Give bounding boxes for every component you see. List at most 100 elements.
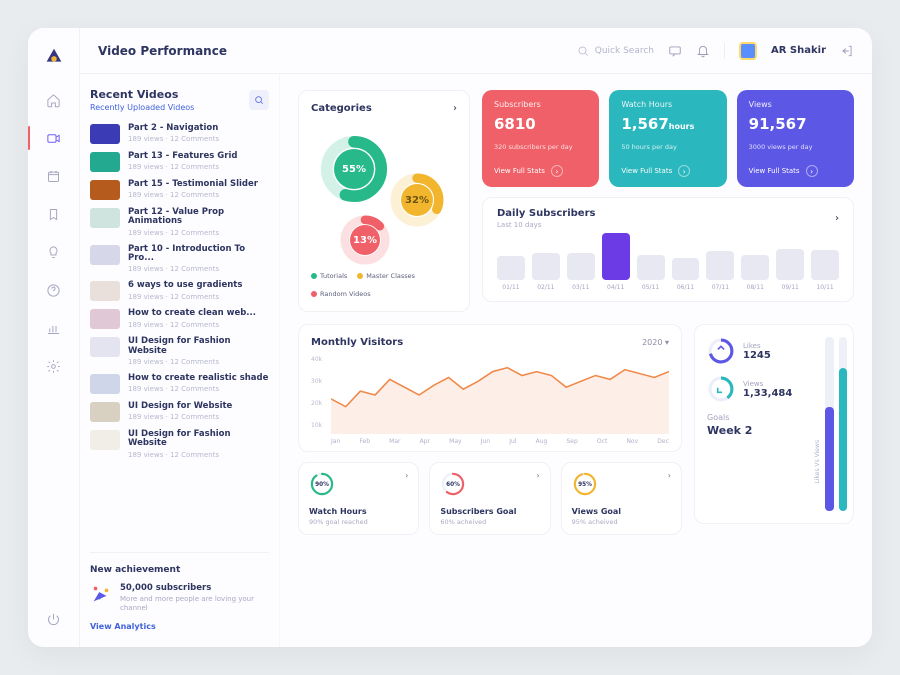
header: Video Performance Quick Search AR Shakir: [80, 28, 872, 74]
search-icon: [254, 95, 264, 105]
avatar[interactable]: [739, 42, 757, 60]
nav-rail: [28, 28, 80, 647]
search-input[interactable]: Quick Search: [577, 45, 654, 57]
video-meta: 189 views · 12 Comments: [128, 321, 256, 329]
list-item[interactable]: Part 10 - Introduction To Pro...189 view…: [90, 245, 269, 274]
video-thumb: [90, 208, 120, 228]
bar-column[interactable]: 06/11: [672, 258, 700, 292]
list-item[interactable]: 6 ways to use gradients189 views · 12 Co…: [90, 281, 269, 301]
legend-item: Random Videos: [311, 290, 371, 298]
bar-column[interactable]: 10/11: [811, 250, 839, 291]
nav-help[interactable]: [28, 280, 79, 300]
bar-column[interactable]: 04/11: [602, 233, 630, 292]
recent-panel: Recent Videos Recently Uploaded Videos P…: [80, 74, 280, 647]
bar-column[interactable]: 07/11: [706, 251, 734, 291]
video-meta: 189 views · 12 Comments: [128, 265, 269, 273]
year-selector[interactable]: 2020 ▾: [642, 338, 669, 347]
video-meta: 189 views · 12 Comments: [128, 163, 237, 171]
recent-search-button[interactable]: [249, 90, 269, 110]
chat-icon[interactable]: [668, 44, 682, 58]
video-title: Part 15 - Testimonial Slider: [128, 180, 258, 189]
chevron-right-icon: ›: [405, 471, 408, 480]
arrow-right-icon: ›: [551, 165, 563, 177]
goal-card[interactable]: ›95%Views Goal95% acheived: [561, 462, 682, 535]
list-item[interactable]: Part 15 - Testimonial Slider 189 views · …: [90, 180, 269, 200]
chevron-right-icon[interactable]: ›: [453, 103, 457, 114]
video-thumb: [90, 281, 120, 301]
monthly-card: Monthly Visitors 2020 ▾ 40k 30k 20k 10k …: [298, 324, 682, 452]
monthly-title: Monthly Visitors: [311, 337, 403, 348]
nav-calendar[interactable]: [28, 166, 79, 186]
video-title: UI Design for Fashion Website: [128, 337, 269, 356]
list-item[interactable]: Part 12 - Value Prop Animations 189 views…: [90, 208, 269, 237]
logout-icon[interactable]: [840, 44, 854, 58]
video-meta: 189 views · 12 Comments: [128, 229, 269, 237]
video-meta: 189 views · 12 Comments: [128, 293, 242, 301]
nav-bookmark[interactable]: [28, 204, 79, 224]
daily-title: Daily Subscribers: [497, 208, 595, 219]
video-meta: 189 views · 12 Comments: [128, 413, 232, 421]
video-meta: 189 views · 12 Comments: [128, 135, 219, 143]
video-thumb: [90, 374, 120, 394]
view-analytics-link[interactable]: View Analytics: [90, 622, 156, 631]
goal-card[interactable]: ›60%Subscribers Goal60% acheived: [429, 462, 550, 535]
view-stats-link[interactable]: View Full Stats›: [494, 165, 587, 177]
list-item[interactable]: How to create realistic shade189 views ·…: [90, 374, 269, 394]
daily-subtitle: Last 10 days: [497, 221, 595, 229]
arrow-right-icon: ›: [806, 165, 818, 177]
donut-segment: 32%: [389, 172, 445, 228]
video-title: Part 12 - Value Prop Animations: [128, 208, 269, 227]
bar-column[interactable]: 09/11: [776, 249, 804, 291]
chevron-right-icon: ›: [668, 471, 671, 480]
video-meta: 189 views · 12 Comments: [128, 191, 258, 199]
confetti-icon: [90, 583, 112, 605]
nav-ideas[interactable]: [28, 242, 79, 262]
bell-icon[interactable]: [696, 44, 710, 58]
nav-videos[interactable]: [28, 128, 79, 148]
arrow-right-icon: ›: [678, 165, 690, 177]
video-title: How to create clean web...: [128, 309, 256, 318]
achievement-sub: More and more people are loving your cha…: [120, 595, 269, 612]
bar-column[interactable]: 08/11: [741, 255, 769, 291]
view-stats-link[interactable]: View Full Stats›: [621, 165, 714, 177]
nav-power[interactable]: [28, 609, 79, 629]
bar-column[interactable]: 01/11: [497, 256, 525, 291]
likes-vs-views-bars: [825, 337, 847, 511]
likes-ring-icon: [707, 337, 735, 365]
chevron-right-icon[interactable]: ›: [835, 213, 839, 224]
list-item[interactable]: UI Design for Website 189 views · 12 Comm…: [90, 402, 269, 422]
video-thumb: [90, 430, 120, 450]
video-title: Part 2 - Navigation: [128, 124, 219, 133]
list-item[interactable]: How to create clean web... 189 views · 12…: [90, 309, 269, 329]
vertical-axis-label: Likes Vs Views: [814, 440, 821, 484]
nav-stats[interactable]: [28, 318, 79, 338]
view-stats-link[interactable]: View Full Stats›: [749, 165, 842, 177]
video-thumb: [90, 124, 120, 144]
legend-item: Master Classes: [357, 272, 415, 280]
app-window: Video Performance Quick Search AR Shakir…: [28, 28, 872, 647]
video-thumb: [90, 245, 120, 265]
donut-segment: 55%: [319, 134, 389, 204]
video-title: UI Design for Website: [128, 402, 232, 411]
list-item[interactable]: Part 13 - Features Grid189 views · 12 Co…: [90, 152, 269, 172]
recent-title: Recent Videos: [90, 88, 194, 101]
video-meta: 189 views · 12 Comments: [128, 385, 268, 393]
donut-segment: 13%: [339, 214, 391, 266]
progress-ring-icon: 60%: [440, 471, 466, 497]
list-item[interactable]: UI Design for Fashion Website189 views ·…: [90, 430, 269, 459]
recent-subtitle: Recently Uploaded Videos: [90, 103, 194, 112]
video-thumb: [90, 152, 120, 172]
video-meta: 189 views · 12 Comments: [128, 451, 269, 459]
bar-column[interactable]: 03/11: [567, 253, 595, 292]
list-item[interactable]: UI Design for Fashion Website189 views ·…: [90, 337, 269, 366]
goal-card[interactable]: ›90%Watch Hours90% goal reached: [298, 462, 419, 535]
stat-card: Views91,5673000 views per dayView Full S…: [737, 90, 854, 187]
list-item[interactable]: Part 2 - Navigation 189 views · 12 Commen…: [90, 124, 269, 144]
nav-home[interactable]: [28, 90, 79, 110]
bar-column[interactable]: 02/11: [532, 253, 560, 292]
legend-item: Tutorials: [311, 272, 347, 280]
bar-column[interactable]: 05/11: [637, 255, 665, 291]
video-thumb: [90, 337, 120, 357]
nav-settings[interactable]: [28, 356, 79, 376]
daily-subs-card: Daily Subscribers Last 10 days › 01/1102…: [482, 197, 854, 302]
